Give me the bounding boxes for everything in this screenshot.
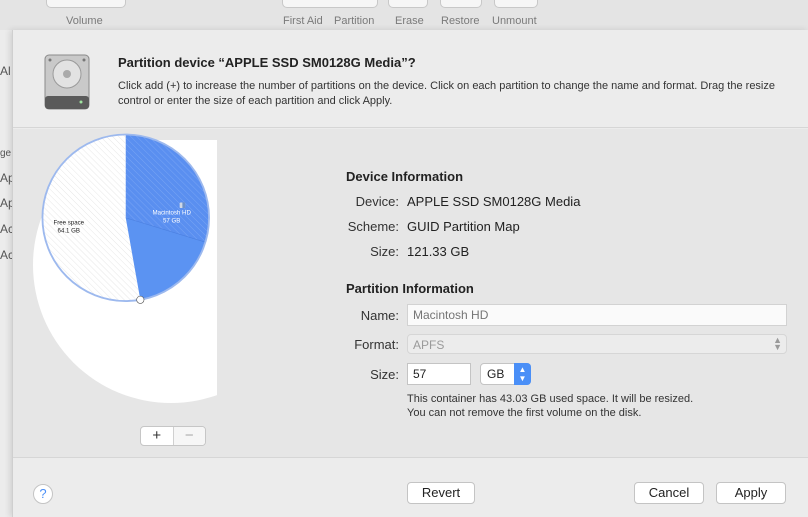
cancel-button[interactable]: Cancel	[634, 482, 704, 504]
sheet-title: Partition device “APPLE SSD SM0128G Medi…	[118, 55, 416, 70]
pie-slices: Free space 64.1 GB Macintosh HD 57 GB	[41, 133, 210, 304]
background-sidebar: Al ge Ap Ap Ac Ac	[0, 30, 15, 517]
partition-size-label: Size:	[370, 367, 399, 382]
select-arrows-icon: ▲ ▼	[773, 335, 782, 352]
finder-icon	[179, 202, 186, 208]
device-value: APPLE SSD SM0128G Media	[407, 194, 581, 209]
background-toolbar: Volume First Aid Partition Erase Restore…	[0, 0, 808, 30]
sheet-description: Click add (+) to increase the number of …	[118, 80, 775, 107]
scheme-label: Scheme:	[347, 219, 399, 234]
macintosh-hd-size: 57 GB	[163, 218, 180, 225]
apply-button[interactable]: Apply	[716, 482, 786, 504]
toolbar-first-aid-label: First Aid	[283, 15, 323, 27]
format-select[interactable]: APFS ▲ ▼	[407, 334, 787, 354]
free-space-label: Free space	[53, 220, 84, 227]
partition-information-heading: Partition Information	[346, 281, 474, 296]
volume-button-stub[interactable]	[46, 0, 126, 8]
toolbar-restore-label: Restore	[441, 15, 480, 27]
add-partition-button[interactable]: +	[141, 427, 173, 445]
partition-name-input[interactable]	[407, 304, 787, 326]
device-size-label: Size:	[370, 244, 399, 259]
size-unit-select[interactable]: GB ▲ ▼	[480, 363, 531, 385]
free-space-size: 64.1 GB	[58, 227, 80, 234]
partition-sheet: Partition device “APPLE SSD SM0128G Medi…	[12, 30, 808, 517]
select-arrows-icon: ▲ ▼	[514, 363, 531, 385]
add-remove-partition-control: + −	[140, 426, 206, 446]
first-volume-note: You can not remove the first volume on t…	[407, 407, 642, 419]
macintosh-hd-label: Macintosh HD	[152, 210, 191, 217]
toolbar-erase-label: Erase	[395, 15, 424, 27]
resize-handle[interactable]	[136, 295, 145, 304]
device-information-heading: Device Information	[346, 169, 464, 184]
partition-size-input[interactable]: 57	[407, 363, 471, 385]
restore-button-stub[interactable]	[440, 0, 482, 8]
revert-button[interactable]: Revert	[407, 482, 475, 504]
first-aid-partition-button-stub[interactable]	[282, 0, 378, 8]
erase-button-stub[interactable]	[388, 0, 428, 8]
scheme-value: GUID Partition Map	[407, 219, 520, 234]
sidebar-fragment: Al	[0, 64, 11, 78]
free-space-slice[interactable]	[42, 134, 141, 302]
toolbar-unmount-label: Unmount	[492, 15, 537, 27]
size-unit-value: GB	[487, 367, 505, 381]
toolbar-partition-label: Partition	[334, 15, 375, 27]
resize-note: This container has 43.03 GB used space. …	[407, 393, 694, 405]
device-size-value: 121.33 GB	[407, 244, 470, 259]
name-label: Name:	[360, 308, 399, 323]
toolbar-volume-label: Volume	[66, 15, 103, 27]
sheet-header: Partition device “APPLE SSD SM0128G Medi…	[13, 30, 808, 128]
device-label: Device:	[355, 194, 399, 209]
unmount-button-stub[interactable]	[494, 0, 538, 8]
hard-disk-icon	[44, 54, 90, 110]
help-button[interactable]: ?	[33, 484, 53, 504]
format-label: Format:	[354, 337, 399, 352]
remove-partition-button[interactable]: −	[172, 427, 205, 445]
format-value: APFS	[413, 338, 445, 352]
sidebar-fragment: ge	[0, 148, 12, 159]
